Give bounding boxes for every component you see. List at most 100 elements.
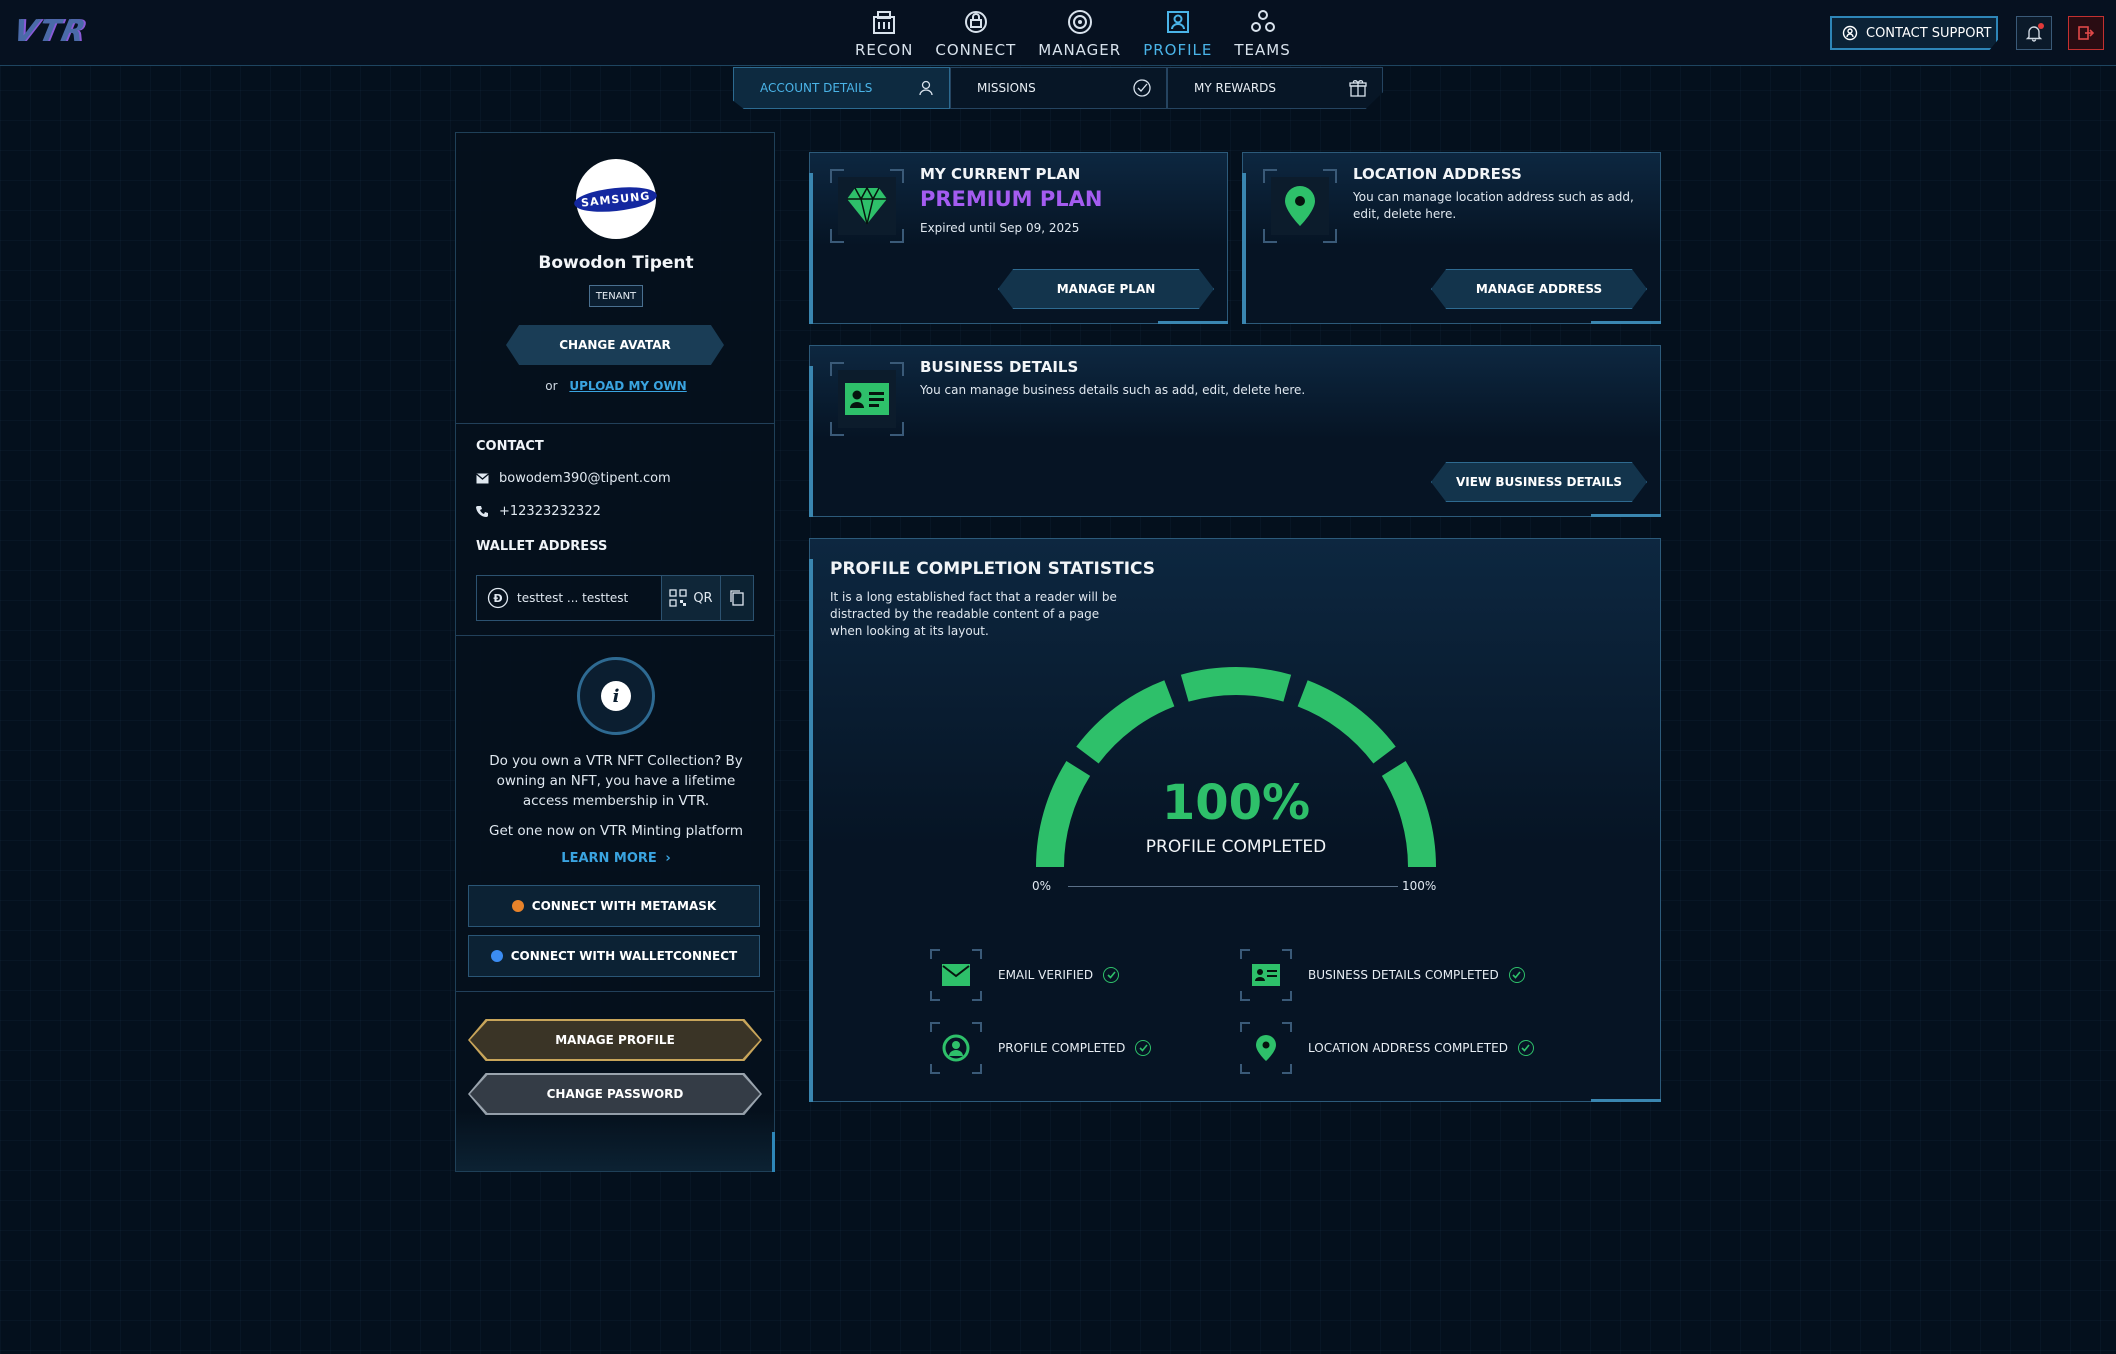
manage-profile-label: MANAGE PROFILE <box>555 1033 675 1047</box>
stat-profile-completed: PROFILE COMPLETED <box>930 1022 1152 1074</box>
email-icon <box>930 949 982 1001</box>
svg-text:Đ: Đ <box>493 592 502 605</box>
plan-card-title: MY CURRENT PLAN <box>920 165 1081 183</box>
plan-icon-box <box>830 169 904 243</box>
business-card-title: BUSINESS DETAILS <box>920 358 1079 376</box>
walletconnect-label: CONNECT WITH WALLETCONNECT <box>510 949 738 963</box>
qr-button[interactable]: QR <box>660 576 721 620</box>
phone-value: +12323232322 <box>499 504 601 519</box>
divider <box>456 423 774 424</box>
stats-description: It is a long established fact that a rea… <box>830 590 1117 638</box>
nav-label: CONNECT <box>935 41 1017 59</box>
connect-metamask-button[interactable]: CONNECT WITH METAMASK <box>468 885 760 927</box>
divider <box>456 635 774 636</box>
logout-icon <box>2078 26 2095 40</box>
manage-address-button[interactable]: MANAGE ADDRESS <box>1431 269 1647 309</box>
divider <box>456 991 774 992</box>
tab-label: ACCOUNT DETAILS <box>760 81 873 95</box>
wallet-address: Đ testtest ... testtest <box>477 576 661 620</box>
check-icon <box>1135 1040 1152 1056</box>
copy-address-button[interactable] <box>720 576 754 620</box>
business-card-description: You can manage business details such as … <box>920 383 1306 397</box>
stat-label: BUSINESS DETAILS COMPLETED <box>1308 968 1499 982</box>
plan-expiry: Expired until Sep 09, 2025 <box>920 221 1080 235</box>
user-icon <box>919 80 933 96</box>
gauge-min-label: 0% <box>1032 879 1052 893</box>
notifications-button[interactable] <box>2016 16 2052 50</box>
check-icon <box>1517 1040 1534 1056</box>
location-icon-box <box>1263 169 1337 243</box>
email-value: bowodem390@tipent.com <box>499 471 671 486</box>
or-text: or <box>545 379 558 393</box>
nav-item-manager[interactable]: MANAGER <box>1038 4 1121 59</box>
gauge-max-label: 100% <box>1402 879 1437 893</box>
recon-building-icon <box>873 11 896 34</box>
copy-icon <box>730 590 744 606</box>
check-circle-icon <box>1133 79 1151 97</box>
stat-business-details: BUSINESS DETAILS COMPLETED <box>1240 949 1525 1001</box>
profile-icon <box>1166 11 1189 33</box>
business-card-icon <box>845 383 889 415</box>
nav-item-recon[interactable]: RECON <box>855 4 913 59</box>
upload-own-link[interactable]: UPLOAD MY OWN <box>569 379 686 393</box>
location-pin-icon <box>1240 1022 1292 1074</box>
tab-account-details[interactable]: ACCOUNT DETAILS <box>733 67 950 109</box>
wallet-title: WALLET ADDRESS <box>476 539 608 554</box>
stats-title: PROFILE COMPLETION STATISTICS <box>830 559 1156 579</box>
manage-profile-button[interactable]: MANAGE PROFILE <box>468 1019 762 1061</box>
change-password-button[interactable]: CHANGE PASSWORD <box>468 1073 762 1115</box>
mail-icon <box>476 473 489 484</box>
qr-label: QR <box>693 590 713 606</box>
manage-plan-button[interactable]: MANAGE PLAN <box>998 269 1214 309</box>
profile-sidebar: SAMSUNG Bowodon Tipent TENANT CHANGE AVA… <box>455 132 775 1172</box>
phone-row: +12323232322 <box>476 504 601 519</box>
user-circle-icon <box>930 1022 982 1074</box>
panel-corner-accent <box>761 1132 775 1172</box>
plan-name: PREMIUM PLAN <box>920 187 1103 211</box>
nav-item-connect[interactable]: CONNECT <box>935 4 1016 59</box>
gauge-segment <box>1180 667 1292 702</box>
logout-button[interactable] <box>2068 16 2104 50</box>
business-card-icon <box>1240 949 1292 1001</box>
manager-icon <box>1067 10 1092 34</box>
stat-label: PROFILE COMPLETED <box>998 1041 1126 1055</box>
wallet-address-field: Đ testtest ... testtest QR <box>476 575 754 621</box>
tab-my-rewards[interactable]: MY REWARDS <box>1167 67 1383 109</box>
nft-description: Do you own a VTR NFT Collection? By owni… <box>489 753 743 809</box>
location-pin-icon <box>1285 186 1315 226</box>
nft-get-text: Get one now on VTR Minting platform <box>489 823 743 839</box>
nav-label: TEAMS <box>1234 41 1291 59</box>
connect-icon <box>964 11 987 33</box>
avatar-brand-logo: SAMSUNG <box>573 183 659 215</box>
current-plan-card: MY CURRENT PLAN PREMIUM PLAN Expired unt… <box>809 152 1228 324</box>
gauge-track-line <box>1068 886 1398 887</box>
stat-label: LOCATION ADDRESS COMPLETED <box>1308 1041 1508 1055</box>
account-subtabs: ACCOUNT DETAILS MISSIONS MY REWARDS <box>733 67 1383 109</box>
email-row: bowodem390@tipent.com <box>476 471 671 486</box>
teams-icon <box>1250 10 1275 32</box>
nav-label: PROFILE <box>1143 41 1213 59</box>
view-business-details-button[interactable]: VIEW BUSINESS DETAILS <box>1431 462 1647 502</box>
location-card-description: You can manage location address such as … <box>1353 190 1634 221</box>
change-avatar-button[interactable]: CHANGE AVATAR <box>506 325 724 365</box>
gauge-segment <box>1297 680 1396 764</box>
avatar: SAMSUNG <box>573 159 659 239</box>
connect-walletconnect-button[interactable]: CONNECT WITH WALLETCONNECT <box>468 935 760 977</box>
contact-support-label: CONTACT SUPPORT <box>1866 25 1992 41</box>
check-icon <box>1508 967 1525 983</box>
nav-label: RECON <box>855 41 914 59</box>
metamask-icon <box>511 900 524 912</box>
app-logo[interactable]: VTR <box>10 14 90 49</box>
contact-support-button[interactable]: CONTACT SUPPORT <box>1830 16 1998 50</box>
learn-more-link[interactable]: LEARN MORE › <box>456 851 776 866</box>
top-bar: VTR RECON CONNECT MANAGER PROFILE TEAMS … <box>0 0 2116 66</box>
gift-icon <box>1349 80 1367 97</box>
tab-missions[interactable]: MISSIONS <box>950 67 1167 109</box>
location-card-title: LOCATION ADDRESS <box>1353 165 1522 183</box>
nav-item-profile[interactable]: PROFILE <box>1143 4 1212 59</box>
profile-name: Bowodon Tipent <box>538 253 694 273</box>
dogecoin-icon: Đ <box>487 587 509 609</box>
nav-item-teams[interactable]: TEAMS <box>1234 4 1290 59</box>
tab-label: MY REWARDS <box>1194 81 1277 95</box>
metamask-label: CONNECT WITH METAMASK <box>531 899 717 913</box>
